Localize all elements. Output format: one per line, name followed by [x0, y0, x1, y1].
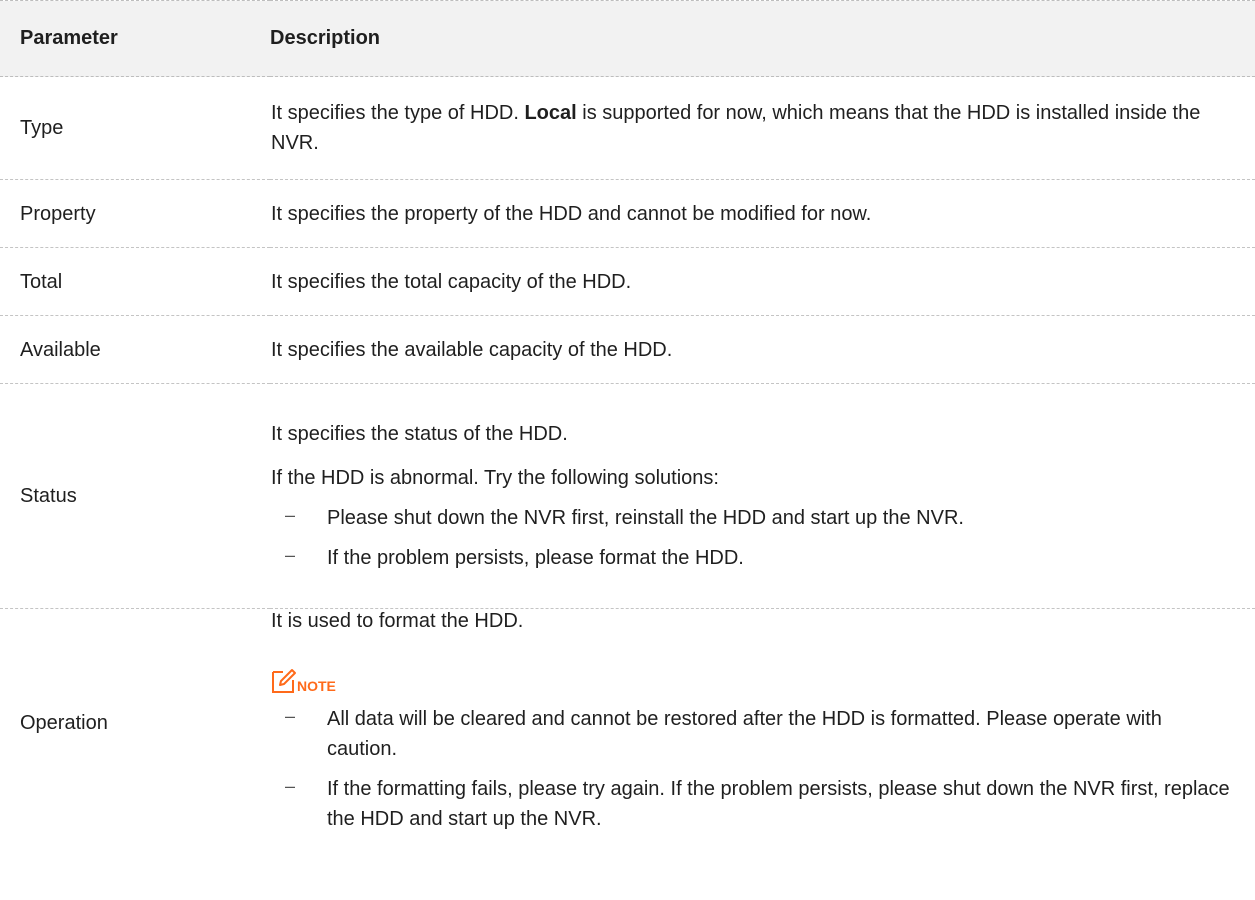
list-item: – Please shut down the NVR first, reinsta…	[271, 503, 1233, 533]
param-desc-type: It specifies the type of HDD. Local is s…	[270, 76, 1255, 180]
status-bullet-list: – Please shut down the NVR first, reinsta…	[271, 503, 1233, 573]
table-header-row: Parameter Description	[0, 0, 1255, 77]
list-item: – If the formatting fails, please try aga…	[271, 774, 1233, 834]
dash-bullet-icon: –	[285, 775, 296, 796]
status-bullet-1: Please shut down the NVR first, reinstal…	[327, 507, 964, 529]
operation-desc: It is used to format the HDD.	[271, 609, 524, 632]
param-desc-status: It specifies the status of the HDD. If t…	[270, 383, 1255, 609]
dash-bullet-icon: –	[285, 505, 296, 525]
note-label: NOTE	[297, 677, 336, 694]
param-desc-total: It specifies the total capacity of the H…	[270, 247, 1255, 316]
operation-bullet-1: All data will be cleared and cannot be r…	[327, 707, 1162, 760]
table-row-type: Type It specifies the type of HDD. Local…	[0, 76, 1255, 180]
status-desc-2: If the HDD is abnormal. Try the followin…	[271, 467, 719, 489]
note-callout: NOTE	[271, 664, 1233, 694]
header-parameter: Parameter	[0, 0, 270, 77]
param-name-property: Property	[0, 179, 270, 248]
table-row-available: Available It specifies the available cap…	[0, 315, 1255, 384]
param-name-total: Total	[0, 247, 270, 316]
table-row-status: Status It specifies the status of the HD…	[0, 383, 1255, 609]
param-name-status: Status	[0, 383, 270, 609]
parameter-table: Parameter Description Type It specifies …	[0, 0, 1255, 836]
table-row-total: Total It specifies the total capacity of…	[0, 247, 1255, 316]
param-desc-operation: It is used to format the HDD. NOTE – All …	[270, 609, 1255, 837]
param-desc-property: It specifies the property of the HDD and…	[270, 179, 1255, 248]
type-desc-before: It specifies the type of HDD.	[271, 102, 525, 124]
operation-bullet-2: If the formatting fails, please try agai…	[327, 777, 1230, 830]
status-desc: It specifies the status of the HDD.	[271, 423, 568, 445]
table-row-operation: Operation It is used to format the HDD. …	[0, 609, 1255, 837]
dash-bullet-icon: –	[285, 545, 296, 565]
list-item: – All data will be cleared and cannot be …	[271, 704, 1233, 764]
param-name-available: Available	[0, 315, 270, 384]
note-pencil-icon	[271, 666, 297, 694]
list-item: – If the problem persists, please format …	[271, 543, 1233, 573]
param-desc-available: It specifies the available capacity of t…	[270, 315, 1255, 384]
dash-bullet-icon: –	[285, 705, 296, 726]
header-description: Description	[270, 0, 1255, 77]
param-name-operation: Operation	[20, 711, 108, 734]
table-row-property: Property It specifies the property of th…	[0, 179, 1255, 248]
param-name-type: Type	[0, 76, 270, 180]
type-desc-bold: Local	[524, 102, 577, 124]
operation-bullet-list: – All data will be cleared and cannot be …	[271, 704, 1233, 834]
status-bullet-2: If the problem persists, please format t…	[327, 547, 744, 569]
